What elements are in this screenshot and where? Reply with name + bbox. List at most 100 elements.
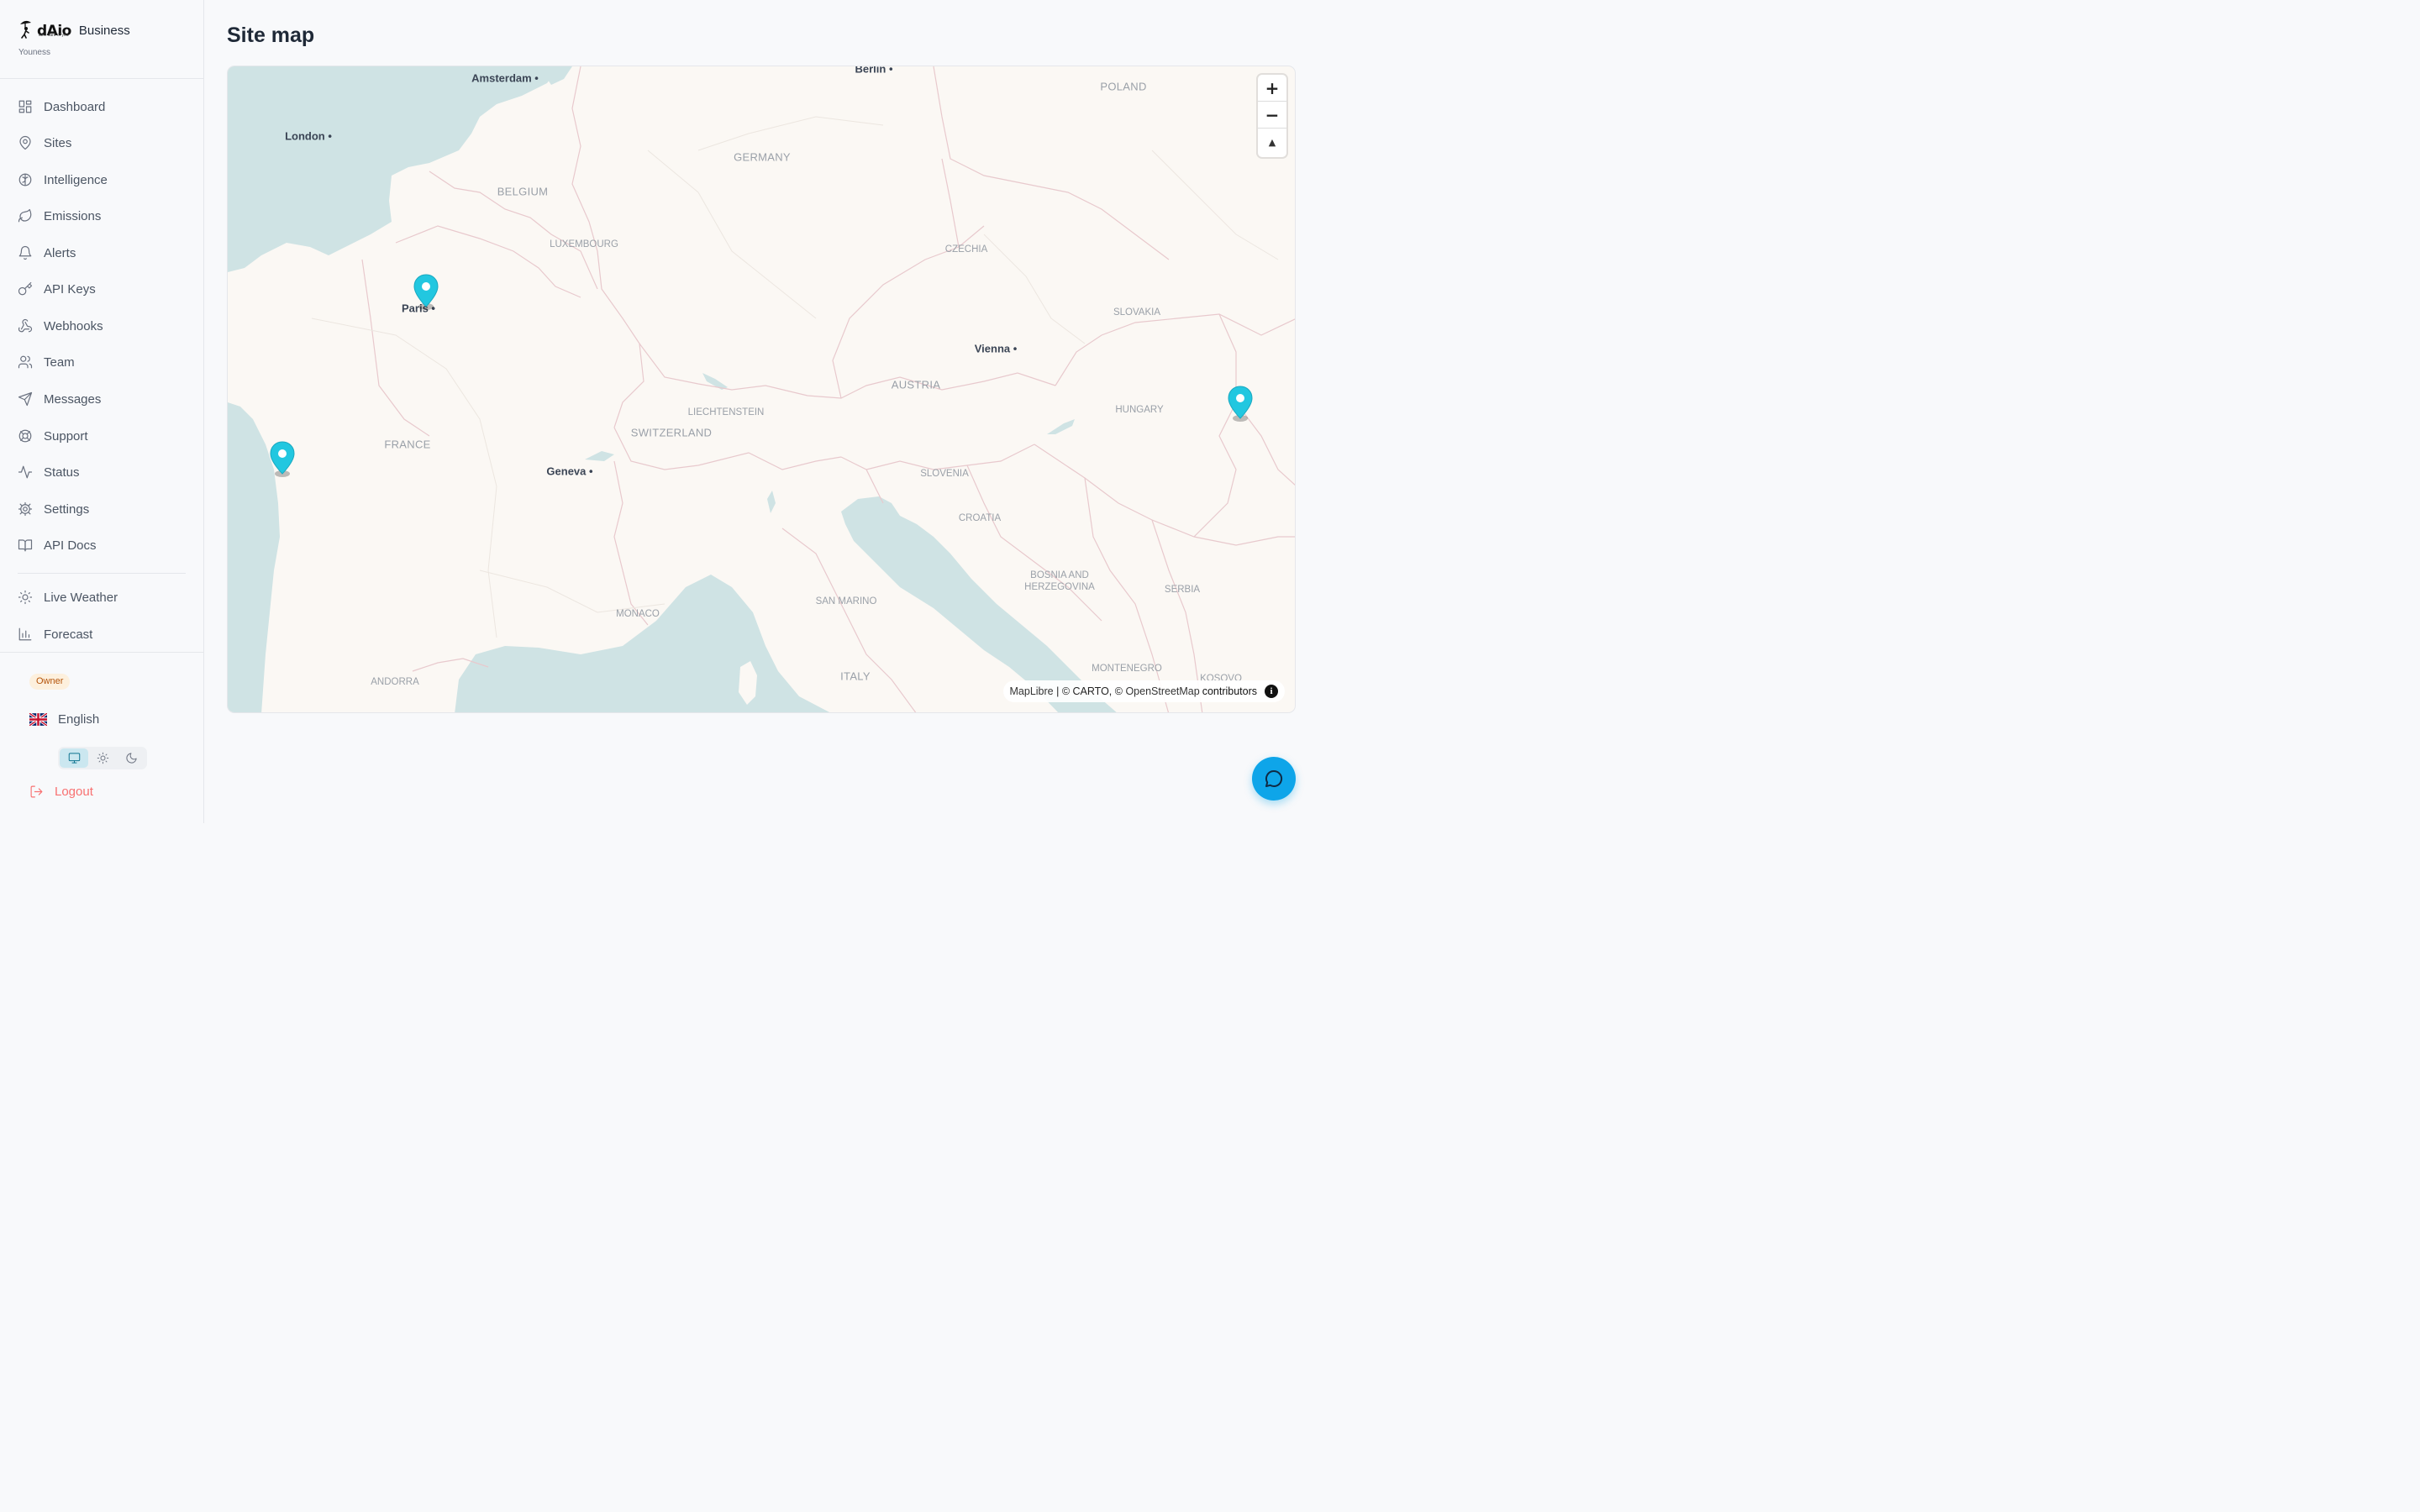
sun-icon xyxy=(18,590,33,605)
sidebar: dAio Business take care of you Youness D… xyxy=(0,0,204,823)
moon-icon xyxy=(125,753,137,764)
map-controls: + − ▲ xyxy=(1258,75,1286,157)
divider xyxy=(18,573,186,574)
users-icon xyxy=(18,355,33,369)
sidebar-item-webhooks[interactable]: Webhooks xyxy=(18,314,186,338)
logout-label: Logout xyxy=(55,785,93,799)
sidebar-item-settings[interactable]: Settings xyxy=(18,497,186,521)
sidebar-item-status[interactable]: Status xyxy=(18,460,186,484)
sidebar-item-alerts[interactable]: Alerts xyxy=(18,241,186,265)
chat-bubble-icon xyxy=(1265,769,1283,787)
north-sea xyxy=(228,66,560,272)
sidebar-item-label: Sites xyxy=(44,135,72,150)
sidebar-item-dashboard[interactable]: Dashboard xyxy=(18,95,186,118)
sidebar-item-forecast[interactable]: Forecast xyxy=(18,622,186,646)
country-label-san-marino: SAN MARINO xyxy=(815,596,877,606)
bell-icon xyxy=(18,245,32,260)
map-base xyxy=(228,66,1295,712)
osm-link[interactable]: OpenStreetMap xyxy=(1125,685,1199,697)
leaf-icon xyxy=(18,208,32,223)
language-selector[interactable]: English xyxy=(29,712,99,727)
country-label-poland: POLAND xyxy=(1100,80,1147,93)
country-label-croatia: CROATIA xyxy=(958,513,1002,523)
zoom-in-button[interactable]: + xyxy=(1258,75,1286,102)
site-marker-romania[interactable] xyxy=(1228,386,1253,423)
gear-icon xyxy=(18,501,33,517)
contributors-link[interactable]: contributors xyxy=(1202,685,1257,697)
map-attribution: MapLibre | © CARTO, © OpenStreetMap cont… xyxy=(1002,680,1285,702)
theme-toggle xyxy=(58,747,147,769)
sidebar-item-label: Forecast xyxy=(44,627,93,642)
country-label-liechtenstein: LIECHTENSTEIN xyxy=(687,407,765,417)
site-map[interactable]: POLAND GERMANY BELGIUM LUXEMBOURG CZECHI… xyxy=(227,66,1296,713)
country-label-montenegro: MONTENEGRO xyxy=(1092,664,1162,674)
sidebar-item-messages[interactable]: Messages xyxy=(18,387,186,411)
sidebar-item-sites[interactable]: Sites xyxy=(18,131,186,155)
sidebar-item-label: Messages xyxy=(44,391,102,407)
sidebar-item-support[interactable]: Support xyxy=(18,424,186,448)
brand[interactable]: dAio Business xyxy=(18,18,130,39)
sidebar-item-intelligence[interactable]: Intelligence xyxy=(18,168,186,192)
sidebar-item-api-docs[interactable]: API Docs xyxy=(18,533,186,557)
sidebar-item-live-weather[interactable]: Live Weather xyxy=(18,585,186,609)
country-label-switzerland: SWITZERLAND xyxy=(630,426,713,439)
city-label-amsterdam: Amsterdam • xyxy=(471,71,539,85)
activity-icon xyxy=(18,465,33,479)
uk-flag-icon xyxy=(29,713,47,726)
country-label-italy: ITALY xyxy=(840,669,871,683)
carto-credit: | © CARTO, © xyxy=(1053,685,1126,697)
country-label-austria: AUSTRIA xyxy=(891,378,941,391)
country-label-serbia: SERBIA xyxy=(1164,585,1201,595)
monitor-icon xyxy=(68,753,80,764)
sidebar-item-label: Emissions xyxy=(44,208,102,223)
country-label-belgium: BELGIUM xyxy=(497,185,549,198)
country-label-andorra: ANDORRA xyxy=(371,677,419,687)
sidebar-item-label: Settings xyxy=(44,501,90,517)
country-label-slovenia: SLOVENIA xyxy=(920,469,969,479)
sidebar-item-emissions[interactable]: Emissions xyxy=(18,204,186,228)
language-label: English xyxy=(58,712,100,727)
logout-button[interactable]: Logout xyxy=(29,785,93,799)
lake-garda xyxy=(767,491,776,513)
mediterranean-sea xyxy=(455,575,830,712)
city-label-berlin: Berlin • xyxy=(855,66,893,76)
country-label-czechia: CZECHIA xyxy=(944,244,988,255)
maplibre-link[interactable]: MapLibre xyxy=(1010,685,1054,697)
map-pin-icon xyxy=(19,135,31,150)
lake-geneva xyxy=(585,451,614,461)
sidebar-item-label: Status xyxy=(44,465,80,480)
sidebar-item-label: API Docs xyxy=(44,538,97,553)
country-label-germany: GERMANY xyxy=(734,150,791,164)
sidebar-item-label: Support xyxy=(44,428,88,444)
theme-system-button[interactable] xyxy=(60,748,88,768)
country-label-bosnia: BOSNIA AND xyxy=(1030,570,1089,580)
theme-dark-button[interactable] xyxy=(117,748,145,768)
country-label-monaco: MONACO xyxy=(616,609,660,619)
brain-icon xyxy=(18,173,32,186)
sidebar-item-team[interactable]: Team xyxy=(18,350,186,374)
page-title: Site map xyxy=(227,24,315,47)
sidebar-item-label: Webhooks xyxy=(44,318,103,333)
brand-tagline: take care of you xyxy=(39,33,69,38)
umbrella-figure-icon xyxy=(20,20,31,39)
compass-button[interactable]: ▲ xyxy=(1258,129,1286,155)
webhook-icon xyxy=(18,318,33,333)
user-name: Youness xyxy=(18,48,50,57)
info-icon[interactable]: i xyxy=(1265,685,1278,698)
site-marker-la-rochelle[interactable] xyxy=(270,441,295,478)
life-buoy-icon xyxy=(18,429,32,443)
theme-light-button[interactable] xyxy=(88,748,117,768)
zoom-out-button[interactable]: − xyxy=(1258,102,1286,129)
chat-button[interactable] xyxy=(1252,757,1296,801)
compass-icon: ▲ xyxy=(1268,136,1276,148)
sidebar-item-api-keys[interactable]: API Keys xyxy=(18,277,186,301)
country-label-france: FRANCE xyxy=(384,438,431,451)
country-label-slovakia: SLOVAKIA xyxy=(1113,307,1161,318)
country-label-luxembourg: LUXEMBOURG xyxy=(550,239,618,249)
sidebar-item-label: Dashboard xyxy=(44,99,106,114)
dashboard-icon xyxy=(18,100,32,113)
site-marker-paris[interactable] xyxy=(413,274,439,311)
sidebar-item-label: Team xyxy=(44,354,75,370)
divider xyxy=(0,652,204,653)
key-icon xyxy=(18,281,33,296)
